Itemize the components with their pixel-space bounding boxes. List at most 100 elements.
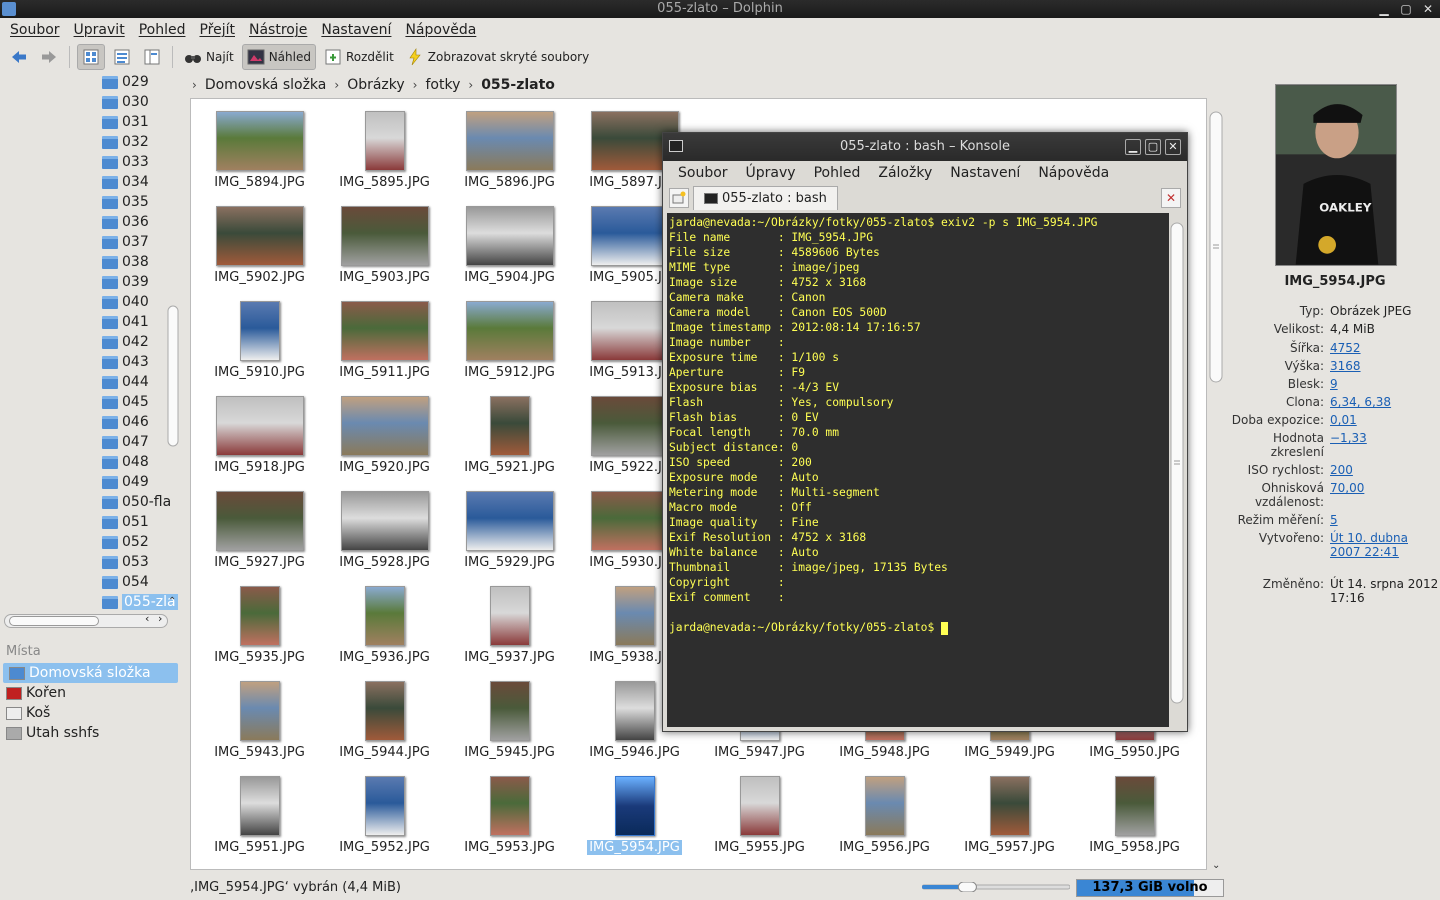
image-thumbnail[interactable] xyxy=(465,491,554,551)
file-item[interactable]: IMG_5958.JPG xyxy=(1072,776,1197,855)
close-icon[interactable]: ✕ xyxy=(1420,1,1436,17)
info-value-link[interactable]: 9 xyxy=(1330,377,1338,391)
scroll-left-icon[interactable]: ‹ xyxy=(145,612,149,625)
info-value[interactable]: −1,33 xyxy=(1330,431,1440,459)
tree-vertical-scrollbar[interactable]: ⌃ xyxy=(167,76,179,612)
file-item[interactable]: IMG_5918.JPG xyxy=(197,396,322,475)
konsole-window[interactable]: 055-zlato : bash – Konsole ▁ ▢ ✕ Soubor … xyxy=(662,132,1188,732)
image-thumbnail[interactable] xyxy=(614,681,655,741)
konsole-menu-view[interactable]: Pohled xyxy=(814,165,861,181)
file-item[interactable]: IMG_5929.JPG xyxy=(447,491,572,570)
file-item[interactable]: IMG_5951.JPG xyxy=(197,776,322,855)
image-thumbnail[interactable] xyxy=(364,681,405,741)
zoom-slider[interactable] xyxy=(922,882,1070,892)
image-thumbnail[interactable] xyxy=(239,301,280,361)
konsole-menu-settings[interactable]: Nastavení xyxy=(950,165,1020,181)
columns-view-button[interactable] xyxy=(139,44,165,70)
file-item[interactable]: IMG_5921.JPG xyxy=(447,396,572,475)
file-item[interactable]: IMG_5894.JPG xyxy=(197,111,322,190)
find-button[interactable]: Najít xyxy=(180,44,238,70)
file-item[interactable]: IMG_5902.JPG xyxy=(197,206,322,285)
info-value-link[interactable]: Út 10. dubna 2007 22:41 xyxy=(1330,531,1408,559)
image-thumbnail[interactable] xyxy=(239,681,280,741)
breadcrumb-obrazky[interactable]: Obrázky xyxy=(347,77,404,93)
info-value-link[interactable]: 5 xyxy=(1330,513,1338,527)
image-thumbnail[interactable] xyxy=(215,396,304,456)
tree-item-033[interactable]: 033 xyxy=(102,152,149,172)
place-item[interactable]: Kořen xyxy=(0,683,186,703)
image-thumbnail[interactable] xyxy=(739,776,780,836)
tree-item-034[interactable]: 034 xyxy=(102,172,149,192)
main-vertical-scrollbar[interactable]: ⌄ xyxy=(1208,98,1224,874)
file-item[interactable]: IMG_5944.JPG xyxy=(322,681,447,760)
info-value[interactable]: 4752 xyxy=(1330,341,1440,355)
window-titlebar[interactable]: 055-zlato – Dolphin ▁ ▢ ✕ xyxy=(0,0,1440,18)
scroll-right-icon[interactable]: › xyxy=(158,612,162,625)
konsole-menu-help[interactable]: Nápověda xyxy=(1038,165,1109,181)
info-value-link[interactable]: 70,00 xyxy=(1330,481,1364,495)
file-item[interactable]: IMG_5937.JPG xyxy=(447,586,572,665)
image-thumbnail[interactable] xyxy=(364,111,405,171)
file-item[interactable]: IMG_5920.JPG xyxy=(322,396,447,475)
tree-item-037[interactable]: 037 xyxy=(102,232,149,252)
tree-item-032[interactable]: 032 xyxy=(102,132,149,152)
scroll-handle[interactable] xyxy=(9,616,99,626)
zoom-handle[interactable] xyxy=(957,882,977,892)
image-thumbnail[interactable] xyxy=(239,776,280,836)
info-value-link[interactable]: 0,01 xyxy=(1330,413,1357,427)
file-item[interactable]: IMG_5956.JPG xyxy=(822,776,947,855)
file-item[interactable]: IMG_5903.JPG xyxy=(322,206,447,285)
tree-item-040[interactable]: 040 xyxy=(102,292,149,312)
tree-item-035[interactable]: 035 xyxy=(102,192,149,212)
breadcrumb-fotky[interactable]: fotky xyxy=(425,77,460,93)
info-value[interactable]: 5 xyxy=(1330,513,1440,527)
place-item[interactable]: Domovská složka xyxy=(3,663,178,683)
file-item[interactable]: IMG_5927.JPG xyxy=(197,491,322,570)
forward-button[interactable] xyxy=(36,44,62,70)
back-button[interactable] xyxy=(6,44,32,70)
split-button[interactable]: Rozdělit xyxy=(320,44,398,70)
image-thumbnail[interactable] xyxy=(864,776,905,836)
image-thumbnail[interactable] xyxy=(215,491,304,551)
file-item[interactable]: IMG_5936.JPG xyxy=(322,586,447,665)
tree-item-052[interactable]: 052 xyxy=(102,532,149,552)
close-icon[interactable]: ✕ xyxy=(1165,139,1181,155)
tree-item-038[interactable]: 038 xyxy=(102,252,149,272)
terminal-output[interactable]: jarda@nevada:~/Obrázky/fotky/055-zlato$ … xyxy=(667,213,1169,727)
file-item[interactable]: IMG_5953.JPG xyxy=(447,776,572,855)
image-thumbnail[interactable] xyxy=(489,586,530,646)
file-item[interactable]: IMG_5911.JPG xyxy=(322,301,447,380)
tree-item-054[interactable]: 054 xyxy=(102,572,149,592)
image-thumbnail[interactable] xyxy=(614,586,655,646)
dolphin-app-icon[interactable] xyxy=(2,2,16,16)
tree-item-047[interactable]: 047 xyxy=(102,432,149,452)
breadcrumb-current[interactable]: 055-zlato xyxy=(481,77,555,93)
tree-item-042[interactable]: 042 xyxy=(102,332,149,352)
image-thumbnail[interactable] xyxy=(614,776,655,836)
konsole-tab[interactable]: 055-zlato : bash xyxy=(693,186,838,210)
file-item[interactable]: IMG_5957.JPG xyxy=(947,776,1072,855)
menu-view[interactable]: Pohled xyxy=(139,22,186,38)
icons-view-button[interactable] xyxy=(77,44,105,70)
file-item[interactable]: IMG_5952.JPG xyxy=(322,776,447,855)
terminal-vertical-scrollbar[interactable] xyxy=(1170,213,1184,727)
file-item[interactable]: IMG_5928.JPG xyxy=(322,491,447,570)
details-view-button[interactable] xyxy=(109,44,135,70)
info-value[interactable]: 9 xyxy=(1330,377,1440,391)
new-tab-button[interactable] xyxy=(669,188,689,208)
info-value[interactable]: 70,00 xyxy=(1330,481,1440,509)
tree-item-041[interactable]: 041 xyxy=(102,312,149,332)
menu-edit[interactable]: Upravit xyxy=(74,22,125,38)
file-item[interactable]: IMG_5955.JPG xyxy=(697,776,822,855)
tree-item-036[interactable]: 036 xyxy=(102,212,149,232)
image-thumbnail[interactable] xyxy=(215,111,304,171)
image-thumbnail[interactable] xyxy=(989,776,1030,836)
menu-file[interactable]: Soubor xyxy=(10,22,60,38)
image-thumbnail[interactable] xyxy=(489,396,530,456)
konsole-menu-file[interactable]: Soubor xyxy=(678,165,728,181)
tree-item-048[interactable]: 048 xyxy=(102,452,149,472)
place-item[interactable]: Koš xyxy=(0,703,186,723)
image-thumbnail[interactable] xyxy=(465,301,554,361)
image-thumbnail[interactable] xyxy=(364,586,405,646)
info-value[interactable]: Út 10. dubna 2007 22:41 xyxy=(1330,531,1440,559)
